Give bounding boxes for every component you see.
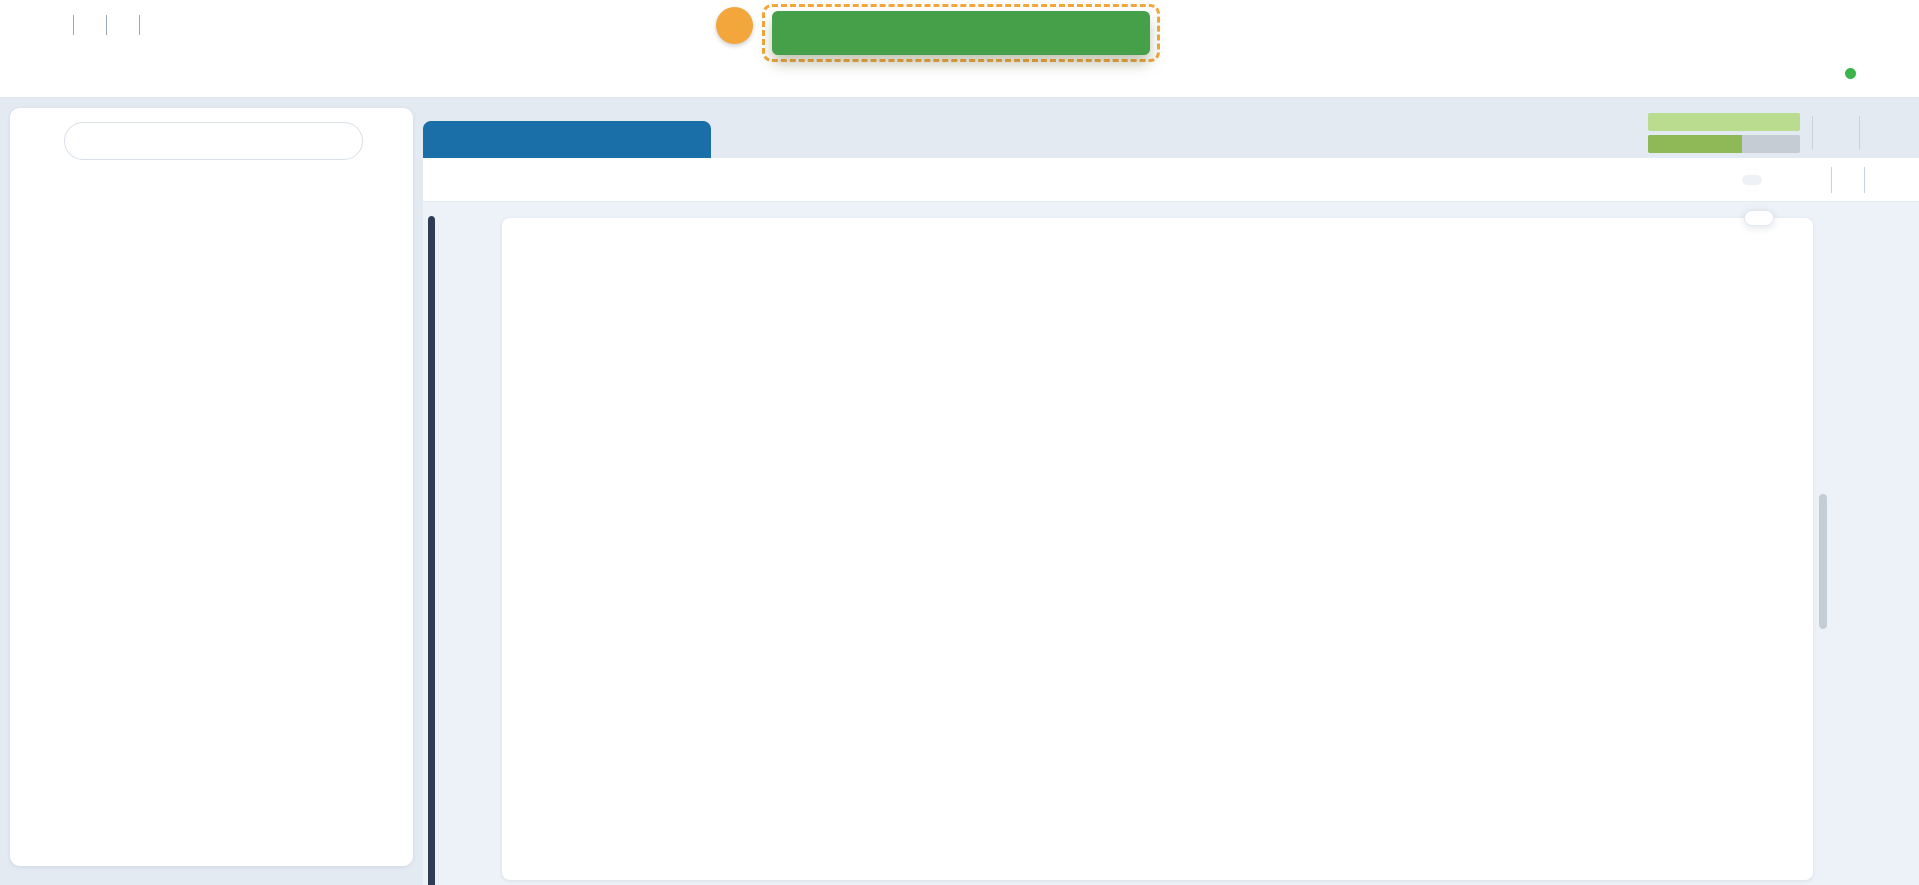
code-cell[interactable] bbox=[502, 218, 1813, 880]
editor-panel bbox=[423, 108, 1919, 885]
ram-fill bbox=[1648, 135, 1742, 153]
notebook-area bbox=[423, 202, 1919, 885]
active-cell-indicator bbox=[428, 216, 435, 885]
annotation-step-badge bbox=[716, 7, 753, 44]
resource-bars bbox=[1602, 113, 1800, 153]
refresh-icon[interactable] bbox=[1825, 122, 1847, 144]
search-icon bbox=[79, 133, 96, 150]
toast-notification bbox=[772, 11, 1150, 55]
search-input[interactable] bbox=[104, 133, 348, 150]
app-logo-icon bbox=[18, 10, 48, 40]
new-tab-icon[interactable] bbox=[729, 128, 751, 150]
refresh-icon[interactable] bbox=[1880, 63, 1901, 84]
code-check-icon bbox=[457, 268, 483, 294]
divider bbox=[1864, 167, 1865, 193]
divider bbox=[1812, 116, 1813, 150]
resource-monitor bbox=[1602, 113, 1919, 153]
editor-tab-bar bbox=[423, 108, 1919, 158]
vertical-scrollbar[interactable] bbox=[1819, 494, 1827, 629]
branch-icon bbox=[156, 15, 175, 34]
run-cell-icon[interactable] bbox=[459, 239, 480, 260]
file-explorer-sidebar bbox=[10, 108, 413, 866]
divider bbox=[139, 15, 140, 35]
ram-usage-bar bbox=[1648, 135, 1800, 153]
search-box[interactable] bbox=[64, 122, 363, 160]
layout-columns-icon[interactable] bbox=[1881, 169, 1903, 191]
divider bbox=[1831, 167, 1832, 193]
divider bbox=[73, 15, 74, 35]
divider bbox=[1859, 116, 1860, 150]
divider bbox=[106, 15, 107, 35]
hamburger-icon[interactable] bbox=[26, 128, 52, 154]
cell-toolbar bbox=[1744, 210, 1774, 226]
refresh-icon[interactable] bbox=[375, 130, 397, 152]
editor-toolbar bbox=[1742, 167, 1903, 193]
text-cursor bbox=[983, 208, 995, 234]
editor-tab[interactable] bbox=[423, 121, 711, 158]
editor-menu-bar bbox=[423, 158, 1919, 202]
project-status-dot bbox=[1845, 68, 1856, 79]
report-icon[interactable] bbox=[1810, 62, 1833, 85]
nav-right bbox=[1810, 62, 1901, 85]
main-area bbox=[0, 98, 1919, 885]
saved-status bbox=[1742, 175, 1762, 185]
collapse-caret-icon[interactable] bbox=[515, 246, 528, 259]
close-icon[interactable] bbox=[680, 131, 697, 148]
gear-icon[interactable] bbox=[1872, 123, 1893, 144]
refresh-icon[interactable] bbox=[1794, 169, 1815, 190]
cpu-usage-bar bbox=[1648, 113, 1800, 131]
sidebar-toolbar bbox=[10, 122, 413, 160]
back-arrow-icon[interactable] bbox=[1873, 11, 1901, 39]
